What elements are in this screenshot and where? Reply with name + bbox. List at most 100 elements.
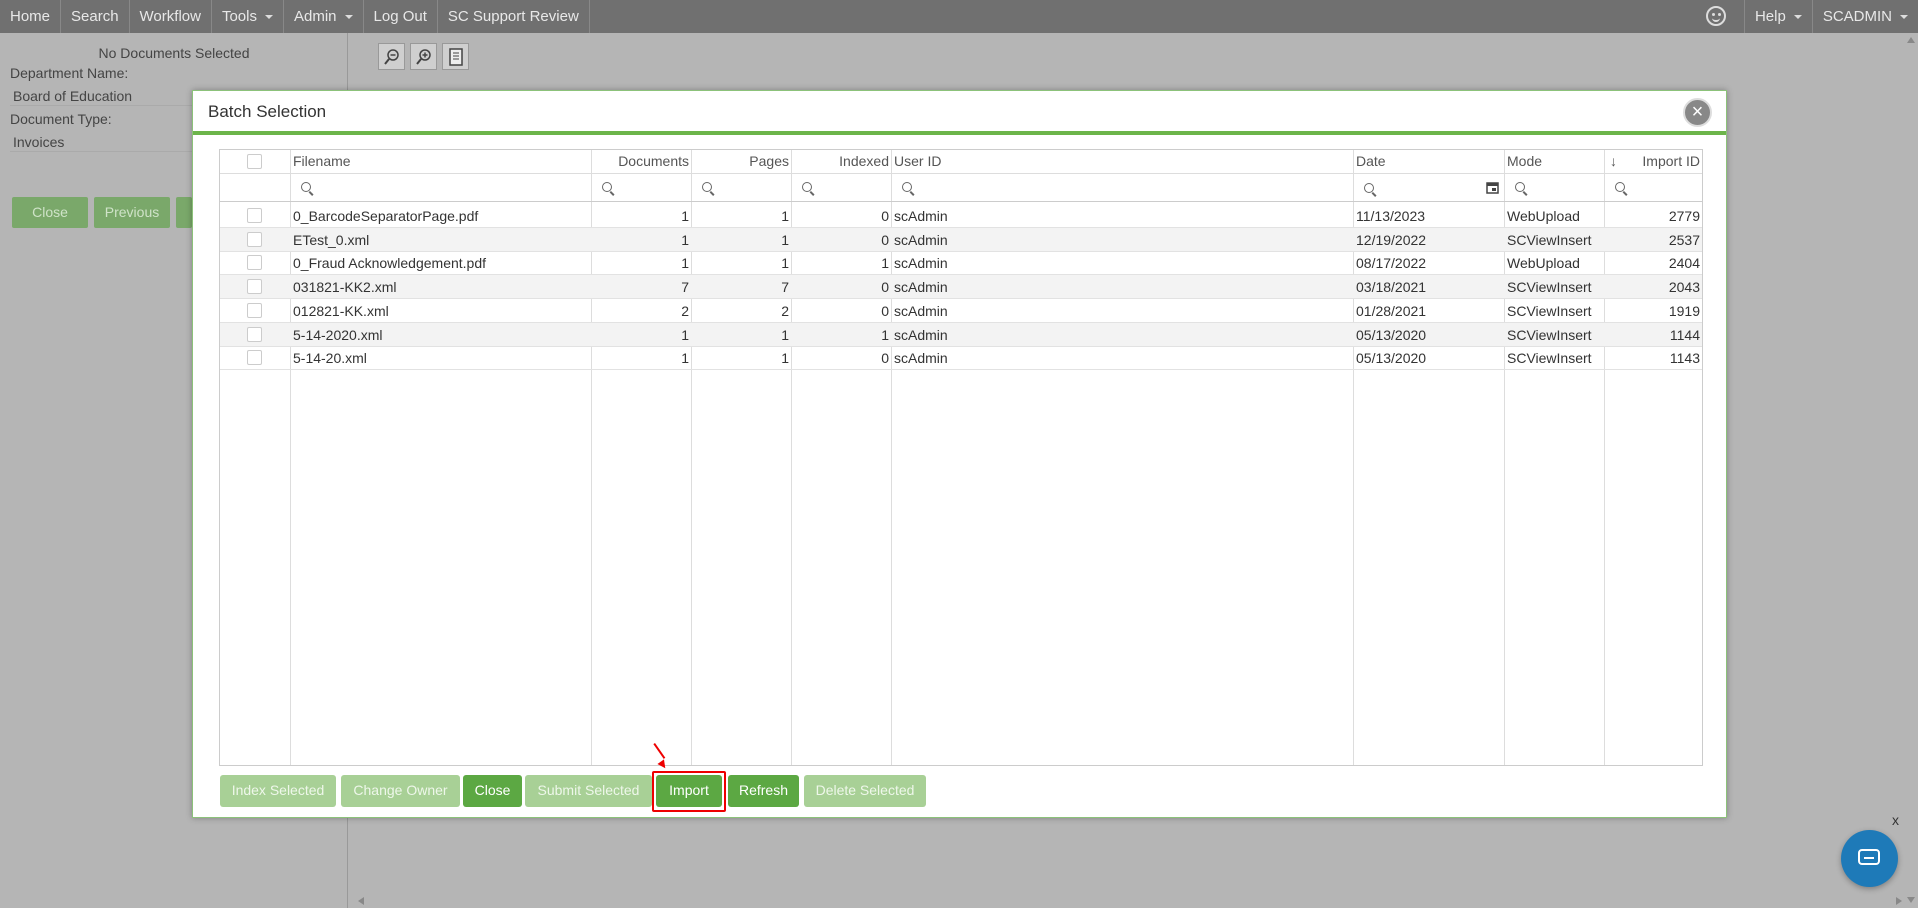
- search-icon: [702, 182, 712, 192]
- filter-indexed-input[interactable]: [796, 178, 888, 198]
- cell-indexed: 0: [881, 350, 889, 367]
- close-icon[interactable]: ×: [1683, 98, 1712, 127]
- cell-indexed: 0: [881, 302, 889, 319]
- delete-selected-button[interactable]: Delete Selected: [804, 775, 926, 807]
- import-highlight-box: [652, 771, 726, 812]
- filter-row: [220, 174, 1702, 202]
- table-row[interactable]: 031821-KK2.xml 7 7 0 scAdmin 03/18/2021 SCView…: [220, 275, 1702, 300]
- fit-page-icon[interactable]: [442, 43, 469, 70]
- filter-user-id-input[interactable]: [896, 178, 1350, 198]
- table-row[interactable]: 0_Fraud Acknowledgement.pdf 1 1 1 scAdmin 08/…: [220, 251, 1702, 276]
- zoom-in-icon[interactable]: [410, 43, 437, 70]
- cell-filename: 5-14-20.xml: [293, 350, 367, 367]
- cell-documents: 1: [681, 208, 689, 224]
- table-row[interactable]: 0_BarcodeSeparatorPage.pdf 1 1 0 scAdmin 11/1…: [220, 204, 1702, 228]
- nav-tools[interactable]: Tools: [212, 0, 284, 33]
- row-checkbox[interactable]: [247, 350, 262, 366]
- left-previous-button[interactable]: Previous: [94, 197, 170, 228]
- table-row[interactable]: 5-14-2020.xml 1 1 1 scAdmin 05/13/2020 SCViewI…: [220, 322, 1702, 347]
- cell-import-id: 2779: [1668, 208, 1700, 224]
- filter-pages-input[interactable]: [696, 178, 788, 198]
- cell-filename: 012821-KK.xml: [293, 302, 389, 319]
- row-checkbox[interactable]: [247, 302, 262, 318]
- cell-filename: ETest_0.xml: [293, 231, 370, 248]
- cell-mode: SCViewInsert: [1507, 231, 1592, 248]
- search-icon: [1515, 182, 1525, 192]
- header-import-id[interactable]: Import ID: [1605, 153, 1700, 169]
- nav-logout[interactable]: Log Out: [364, 0, 438, 33]
- cell-user-id: scAdmin: [894, 350, 948, 367]
- cell-import-id: 1144: [1669, 326, 1700, 343]
- nav-logout-label: Log Out: [373, 8, 427, 25]
- vertical-scrollbar[interactable]: [1904, 33, 1918, 908]
- header-filename[interactable]: Filename: [293, 153, 351, 169]
- nav-user-menu[interactable]: SCADMIN: [1813, 0, 1918, 33]
- cell-import-id: 2043: [1668, 279, 1700, 296]
- cell-user-id: scAdmin: [894, 231, 948, 248]
- cell-documents: 1: [681, 231, 689, 248]
- filter-documents-input[interactable]: [596, 178, 688, 198]
- nav-help[interactable]: Help: [1743, 0, 1813, 33]
- table-row[interactable]: 5-14-20.xml 1 1 0 scAdmin 05/13/2020 SCViewIns…: [220, 346, 1702, 371]
- header-indexed[interactable]: Indexed: [792, 153, 889, 169]
- nav-home[interactable]: Home: [0, 0, 62, 33]
- chat-widget-button[interactable]: [1841, 830, 1898, 887]
- cell-pages: 2: [781, 302, 789, 319]
- table-row[interactable]: 012821-KK.xml 2 2 0 scAdmin 01/28/2021 SCViewI…: [220, 299, 1702, 323]
- cell-user-id: scAdmin: [894, 208, 948, 224]
- batch-grid: Filename Documents Pages Indexed User ID…: [219, 149, 1703, 766]
- cell-date: 03/18/2021: [1356, 279, 1427, 296]
- cell-documents: 1: [681, 255, 689, 272]
- department-label: Department Name:: [10, 65, 129, 81]
- top-nav: Home Search Workflow Tools Admin Log Out…: [0, 0, 1918, 33]
- index-selected-button[interactable]: Index Selected: [220, 775, 336, 807]
- header-user-id[interactable]: User ID: [894, 153, 941, 169]
- cell-documents: 1: [681, 350, 689, 367]
- table-row[interactable]: ETest_0.xml 1 1 0 scAdmin 12/19/2022 SCViewIns…: [220, 227, 1702, 252]
- cell-mode: SCViewInsert: [1507, 350, 1592, 367]
- cell-date: 05/13/2020: [1356, 350, 1427, 367]
- calendar-icon[interactable]: [1486, 181, 1499, 194]
- header-mode[interactable]: Mode: [1507, 153, 1542, 169]
- row-checkbox[interactable]: [247, 326, 262, 342]
- row-checkbox[interactable]: [247, 231, 262, 247]
- submit-selected-button[interactable]: Submit Selected: [525, 775, 652, 807]
- cell-mode: SCViewInsert: [1507, 326, 1592, 343]
- nav-search[interactable]: Search: [61, 0, 130, 33]
- nav-workflow-label: Workflow: [139, 8, 201, 25]
- cell-date: 01/28/2021: [1356, 302, 1427, 319]
- filter-filename-input[interactable]: [295, 178, 588, 198]
- header-documents[interactable]: Documents: [592, 153, 689, 169]
- search-icon: [802, 182, 812, 192]
- cell-mode: WebUpload: [1507, 255, 1580, 272]
- dismiss-chat-x[interactable]: x: [1892, 812, 1899, 828]
- header-pages[interactable]: Pages: [692, 153, 789, 169]
- cell-date: 12/19/2022: [1356, 231, 1427, 248]
- batch-selection-dialog: Batch Selection × Filename Documents Pag…: [192, 90, 1727, 818]
- row-checkbox[interactable]: [247, 255, 262, 271]
- left-close-button[interactable]: Close: [12, 197, 88, 228]
- nav-admin[interactable]: Admin: [284, 0, 364, 33]
- cell-pages: 1: [781, 350, 789, 367]
- refresh-button[interactable]: Refresh: [728, 775, 799, 807]
- row-checkbox[interactable]: [247, 279, 262, 295]
- horizontal-scrollbar[interactable]: [356, 894, 1906, 908]
- cell-pages: 7: [781, 279, 789, 296]
- nav-sc-support-review[interactable]: SC Support Review: [438, 0, 590, 33]
- close-button[interactable]: Close: [463, 775, 522, 807]
- header-date[interactable]: Date: [1356, 153, 1386, 169]
- filter-mode-input[interactable]: [1509, 178, 1601, 198]
- feedback-smiley-icon[interactable]: [1705, 6, 1726, 26]
- filter-import-id-input[interactable]: [1609, 178, 1700, 198]
- nav-workflow[interactable]: Workflow: [130, 0, 212, 33]
- cell-user-id: scAdmin: [894, 326, 948, 343]
- zoom-out-icon[interactable]: [378, 43, 405, 70]
- chevron-down-icon: [264, 15, 273, 20]
- change-owner-button[interactable]: Change Owner: [341, 775, 460, 807]
- nav-help-label: Help: [1754, 8, 1786, 25]
- left-next-button[interactable]: [176, 197, 192, 228]
- cell-pages: 1: [781, 326, 789, 343]
- filter-date-input[interactable]: [1358, 178, 1501, 198]
- row-checkbox[interactable]: [247, 208, 262, 223]
- select-all-checkbox[interactable]: [247, 154, 262, 169]
